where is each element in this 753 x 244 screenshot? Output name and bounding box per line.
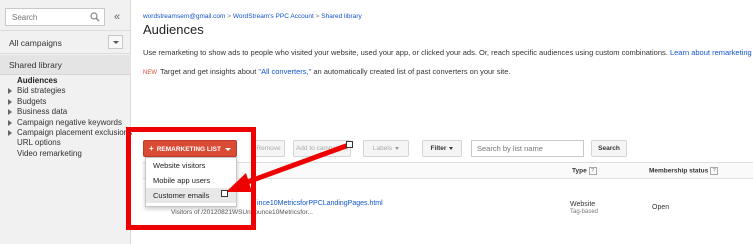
list-description: Visitors of /20120821WSUnbounce10Metrics…: [171, 209, 313, 216]
remarketing-list-button[interactable]: + REMARKETING LIST: [143, 140, 237, 157]
sidebar-item-label: Business data: [17, 107, 68, 117]
sidebar-item-budgets[interactable]: Budgets: [0, 97, 131, 107]
new-notice: NEW Target and get insights about "All co…: [143, 67, 511, 76]
sidebar-item-label: Audiences: [17, 76, 58, 85]
labels-label: Labels: [372, 145, 393, 152]
chevron-down-icon: [113, 41, 119, 44]
sidebar-item-bid-strategies[interactable]: Bid strategies: [0, 86, 131, 96]
new-notice-after: an automatically created list of past co…: [311, 67, 511, 76]
all-campaigns-label: All campaigns: [9, 38, 62, 48]
sidebar-item-label: URL options: [17, 138, 61, 148]
breadcrumb: wordstreamsem@gmail.com > WordStream's P…: [143, 13, 362, 20]
expand-triangle-icon: [8, 109, 12, 116]
help-icon[interactable]: ?: [710, 167, 719, 175]
caret-down-icon: [449, 146, 454, 150]
labels-button[interactable]: Labels: [363, 140, 409, 157]
cursor-marker-icon: [346, 141, 353, 148]
breadcrumb-separator: >: [315, 13, 320, 20]
expand-triangle-icon: [8, 129, 12, 136]
breadcrumb-email[interactable]: wordstreamsem@gmail.com: [143, 13, 225, 20]
sidebar-item-video-remarketing[interactable]: Video remarketing: [0, 149, 131, 159]
remove-button[interactable]: Remove: [252, 140, 285, 157]
caret-down-icon: [395, 146, 400, 150]
collapse-sidebar-icon[interactable]: «: [110, 9, 124, 25]
all-campaigns-row[interactable]: All campaigns: [0, 30, 131, 54]
sidebar-item-label: Campaign placement exclusions: [17, 127, 133, 137]
cursor-marker-icon: [221, 190, 228, 197]
sidebar-item-label: Budgets: [17, 96, 47, 106]
page-title: Audiences: [143, 22, 204, 37]
learn-remarketing-link[interactable]: Learn about remarketing: [670, 48, 752, 57]
column-type-label: Type: [572, 167, 587, 175]
sidebar-search-box[interactable]: [5, 8, 105, 26]
list-search-input[interactable]: [472, 141, 580, 156]
intro-text: Use remarketing to show ads to people wh…: [143, 48, 752, 57]
sidebar-item-label: Bid strategies: [17, 86, 66, 96]
shared-library-nav: Audiences Bid strategies Budgets Busines…: [0, 76, 133, 159]
sidebar: « All campaigns Shared library Audiences…: [0, 0, 133, 244]
expand-triangle-icon: [8, 119, 12, 126]
new-badge: NEW: [143, 70, 157, 76]
sidebar-item-audiences[interactable]: Audiences: [0, 76, 131, 86]
sidebar-item-label: Video remarketing: [17, 148, 82, 158]
search-icon[interactable]: [90, 12, 100, 22]
sidebar-item-campaign-placement-exclusions[interactable]: Campaign placement exclusions: [0, 127, 133, 138]
breadcrumb-account[interactable]: WordStream's PPC Account: [233, 13, 314, 20]
remarketing-list-menu: Website visitors Mobile app users Custom…: [145, 157, 237, 207]
row-type-sub: Tag-based: [570, 209, 599, 215]
column-status-label: Membership status: [649, 167, 709, 175]
shared-library-label: Shared library: [9, 60, 62, 70]
shared-library-header[interactable]: Shared library: [0, 55, 131, 75]
menu-item-website-visitors[interactable]: Website visitors: [146, 158, 236, 173]
list-search-box[interactable]: [471, 140, 584, 157]
breadcrumb-section[interactable]: Shared library: [321, 13, 361, 20]
main-content: wordstreamsem@gmail.com > WordStream's P…: [131, 0, 753, 244]
remarketing-list-label: REMARKETING LIST: [156, 146, 221, 153]
sidebar-item-label: Campaign negative keywords: [17, 117, 122, 127]
column-header-membership-status[interactable]: Membership status?: [649, 167, 719, 175]
column-header-type[interactable]: Type?: [572, 167, 597, 175]
expand-triangle-icon: [8, 98, 12, 105]
sidebar-item-url-options[interactable]: URL options: [0, 138, 131, 148]
sidebar-item-campaign-negative-keywords[interactable]: Campaign negative keywords: [0, 118, 131, 128]
row-type: Website: [570, 201, 596, 208]
filter-label: Filter: [430, 145, 447, 152]
intro-description: Use remarketing to show ads to people wh…: [143, 48, 668, 57]
campaigns-dropdown-button[interactable]: [108, 35, 123, 49]
caret-down-icon: [224, 147, 231, 151]
plus-icon: +: [149, 144, 154, 153]
list-name-link[interactable]: ince10MetricsforPPCLandingPages.html: [257, 200, 383, 207]
breadcrumb-separator: >: [227, 13, 232, 20]
add-to-campaigns-button[interactable]: Add to campaigns: [293, 140, 351, 157]
search-button[interactable]: Search: [591, 140, 627, 157]
all-converters-link[interactable]: "All converters,": [258, 67, 311, 76]
filter-button[interactable]: Filter: [422, 140, 462, 157]
sidebar-search-input[interactable]: [6, 9, 86, 25]
expand-triangle-icon: [8, 88, 12, 95]
new-notice-before: Target and get insights about: [160, 67, 259, 76]
menu-item-mobile-app-users[interactable]: Mobile app users: [146, 173, 236, 188]
sidebar-item-business-data[interactable]: Business data: [0, 107, 131, 117]
help-icon[interactable]: ?: [588, 167, 597, 175]
row-membership-status: Open: [652, 204, 670, 211]
